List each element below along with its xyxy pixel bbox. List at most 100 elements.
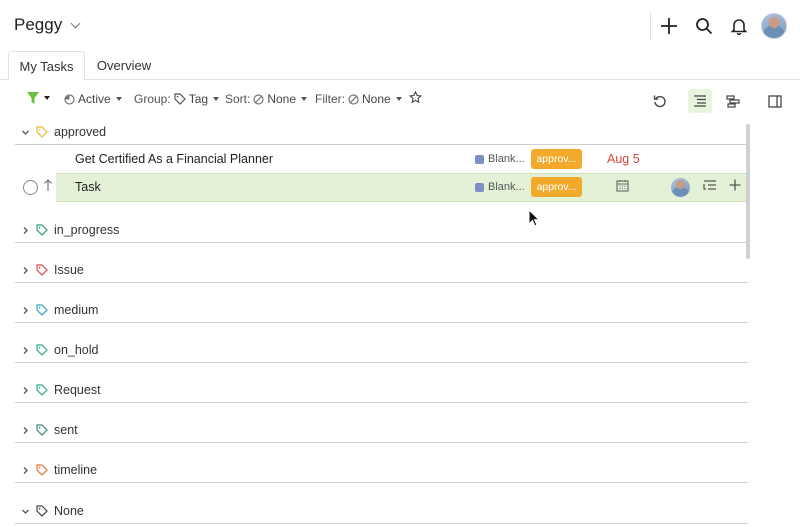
divider [15,362,748,363]
workspace-name: Peggy [14,15,63,34]
chevron-down-icon [70,18,81,28]
group-label: sent [54,423,78,437]
group-header-approved[interactable]: approved [15,119,748,145]
tag-icon [36,126,48,138]
group-dropdown[interactable]: Group: Tag [134,92,220,106]
mouse-cursor-icon [528,208,541,232]
tag-icon [36,424,48,436]
group-label: approved [54,125,107,139]
toolbar: Active Group: Tag Sort: None Filter: Non… [0,84,800,116]
search-icon[interactable] [692,14,716,38]
divider [15,322,748,323]
status-badge[interactable]: approv... [531,149,582,169]
tag-icon [36,384,48,396]
tag-icon [36,464,48,476]
sort-label: Sort: [225,92,251,106]
add-icon[interactable] [729,179,741,194]
chevron-right-icon [15,426,35,435]
chevron-down-icon [15,128,35,137]
tab-bar: My Tasks Overview [0,50,800,81]
tag-icon [174,93,186,105]
group-header-on-hold[interactable]: on_hold [15,337,748,363]
group-header-none[interactable]: None [15,498,748,524]
chevron-right-icon [15,346,35,355]
chevron-right-icon [15,386,35,395]
group-value: Tag [188,92,209,106]
group-header-request[interactable]: Request [15,377,748,403]
divider [15,442,748,443]
workspace-switcher[interactable]: Peggy [14,15,81,35]
row-highlight [56,173,748,202]
tag-icon [36,224,48,236]
tag-icon [36,505,48,517]
filter-value: None [362,92,391,106]
status-badge[interactable]: approv... [531,177,582,197]
gantt-view-icon[interactable] [721,89,745,113]
star-icon[interactable] [409,91,422,104]
active-label: Active [78,92,111,106]
divider [15,523,748,524]
arrow-up-icon[interactable] [43,178,53,195]
divider [15,242,748,243]
task-name[interactable]: Get Certified As a Financial Planner [75,152,273,166]
group-label: Request [54,383,101,397]
chevron-right-icon [15,266,35,275]
filter-funnel-button[interactable] [27,92,50,104]
none-icon [253,93,264,105]
funnel-icon [27,92,39,104]
divider [15,482,748,483]
user-avatar[interactable] [761,13,787,39]
complete-checkbox[interactable] [23,180,38,195]
subtask-icon[interactable] [703,180,717,195]
group-header-medium[interactable]: medium [15,297,748,323]
task-row[interactable]: Get Certified As a Financial Planner Bla… [15,145,748,173]
tag-icon [36,264,48,276]
tag-icon [36,304,48,316]
filter-dropdown[interactable]: Filter: None [315,92,402,106]
chevron-down-icon [15,507,35,516]
task-row-selected[interactable]: Task Blank... approv... [15,173,748,202]
group-header-in-progress[interactable]: in_progress [15,217,748,243]
group-label: None [54,504,84,518]
chevron-right-icon [15,226,35,235]
side-panel-icon[interactable] [763,89,787,113]
group-label: in_progress [54,223,120,237]
vertical-scrollbar[interactable] [746,124,750,259]
top-header: Peggy [0,0,800,52]
divider [15,402,748,403]
chevron-right-icon [15,306,35,315]
plus-icon[interactable] [657,14,681,38]
group-label: medium [54,303,99,317]
tab-overview[interactable]: Overview [92,51,156,80]
header-divider [650,12,651,40]
assignee-avatar[interactable] [671,178,690,197]
tag-icon [36,344,48,356]
group-header-sent[interactable]: sent [15,417,748,443]
project-color-dot [475,154,484,164]
tab-my-tasks[interactable]: My Tasks [8,51,85,81]
sort-value: None [267,92,297,106]
active-dropdown[interactable]: Active [64,92,122,106]
calendar-icon[interactable] [616,179,629,195]
divider [15,282,748,283]
list-view-icon[interactable] [688,89,712,113]
group-label: timeline [54,463,98,477]
sort-dropdown[interactable]: Sort: None [225,92,308,106]
bell-icon[interactable] [727,14,751,38]
group-header-issue[interactable]: Issue [15,257,748,283]
group-header-timeline[interactable]: timeline [15,457,748,483]
project-name: Blank... [488,181,525,193]
filter-label: Filter: [315,92,345,106]
refresh-icon[interactable] [648,89,672,113]
group-label: Issue [54,263,84,277]
project-chip[interactable]: Blank... [475,153,525,165]
group-label: on_hold [54,343,99,357]
project-color-dot [475,182,484,192]
task-name[interactable]: Task [75,180,101,194]
pie-icon [64,93,75,105]
none-icon [348,93,359,105]
project-name: Blank... [488,153,525,165]
due-date[interactable]: Aug 5 [607,152,640,166]
group-label: Group: [134,92,171,106]
project-chip[interactable]: Blank... [475,181,525,193]
